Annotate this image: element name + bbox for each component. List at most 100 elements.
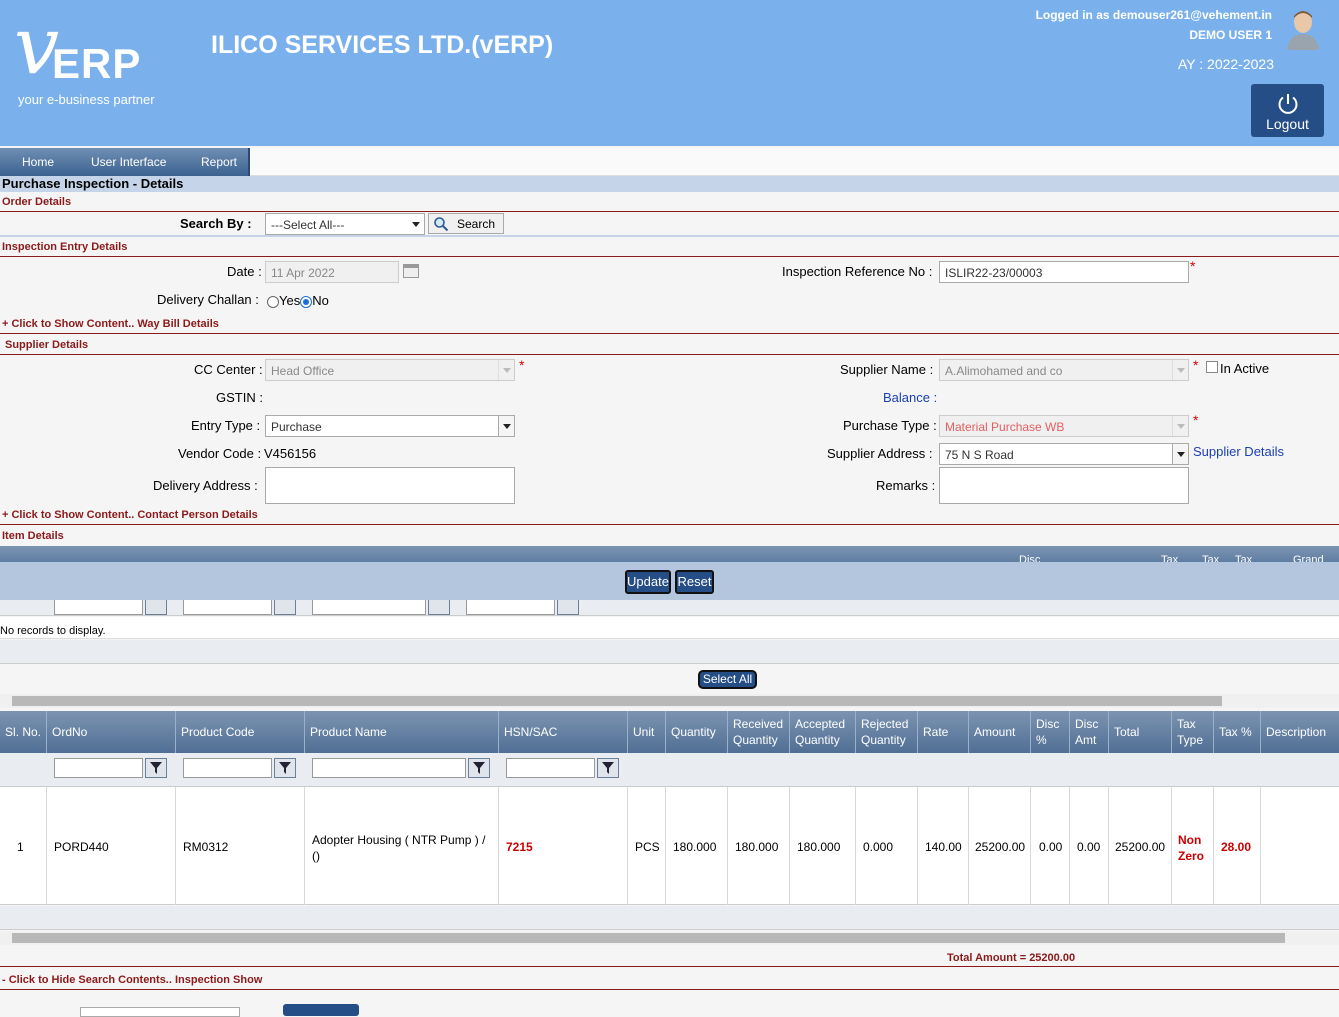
in-active-checkbox[interactable]	[1206, 361, 1218, 373]
calendar-icon[interactable]	[403, 264, 419, 278]
order-details-heading: Order Details	[0, 196, 1339, 212]
filter-product-name-input[interactable]	[312, 758, 466, 778]
item-grid-footer	[0, 640, 1339, 664]
col-disc-amt[interactable]: Disc Amt	[1070, 711, 1109, 753]
filter-product-name-button[interactable]	[468, 758, 490, 778]
date-value: 11 Apr 2022	[271, 266, 335, 280]
col-amount[interactable]: Amount	[969, 711, 1031, 753]
date-field[interactable]: 11 Apr 2022	[265, 261, 399, 283]
power-icon	[1278, 94, 1297, 114]
col-description[interactable]: Description	[1261, 711, 1339, 753]
filter-input[interactable]	[312, 600, 426, 615]
col-unit[interactable]: Unit	[628, 711, 666, 753]
filter-product-code-input[interactable]	[183, 758, 272, 778]
no-radio[interactable]	[300, 295, 313, 308]
col-product-name[interactable]: Product Name	[305, 711, 499, 753]
filter-ordno-input[interactable]	[54, 758, 143, 778]
scrollbar-thumb[interactable]	[12, 696, 1222, 706]
partial-header-tax: Tax	[1202, 554, 1220, 562]
filter-button[interactable]	[274, 600, 296, 615]
filter-input[interactable]	[54, 600, 143, 615]
cell-amount: 25200.00	[975, 840, 1026, 854]
col-rate[interactable]: Rate	[918, 711, 969, 753]
required-marker: *	[519, 357, 525, 373]
filter-button[interactable]	[145, 600, 167, 615]
partial-search-button[interactable]	[283, 1004, 359, 1016]
col-hsn[interactable]: HSN/SAC	[499, 711, 628, 753]
col-tax-pct[interactable]: Tax %	[1214, 711, 1261, 753]
cc-center-select[interactable]: Head Office	[265, 359, 515, 381]
purchase-type-select[interactable]: Material Purchase WB	[939, 415, 1189, 437]
grid-horizontal-scrollbar[interactable]	[0, 931, 1339, 945]
delivery-challan-radios: Yes No	[267, 293, 329, 308]
nav-bar: Home User Interface Report	[0, 148, 1339, 176]
filter-hsn-button[interactable]	[597, 758, 619, 778]
col-product-code[interactable]: Product Code	[176, 711, 305, 753]
horizontal-scrollbar[interactable]	[0, 694, 1339, 708]
nav-home[interactable]: Home	[22, 155, 54, 169]
logout-label: Logout	[1266, 116, 1309, 132]
search-by-select[interactable]: ---Select All---	[265, 213, 425, 235]
col-disc-pct[interactable]: Disc %	[1031, 711, 1070, 753]
filter-ordno-button[interactable]	[145, 758, 167, 778]
vendor-code-label: Vendor Code :	[178, 446, 262, 461]
inspection-entry-heading: Inspection Entry Details	[0, 241, 1339, 257]
select-all-button[interactable]: Select All	[698, 670, 757, 689]
hide-search-toggle[interactable]: - Click to Hide Search Contents.. Inspec…	[0, 974, 1339, 990]
table-row[interactable]: 1 PORD440 RM0312 Adopter Housing ( NTR P…	[0, 787, 1339, 905]
chevron-down-icon	[408, 214, 424, 234]
waybill-toggle[interactable]: + Click to Show Content.. Way Bill Detai…	[0, 318, 1339, 334]
yes-radio[interactable]	[267, 295, 279, 308]
filter-icon	[150, 762, 162, 774]
yes-label: Yes	[279, 293, 301, 308]
entry-type-label: Entry Type :	[191, 418, 261, 433]
col-ord-no[interactable]: OrdNo	[47, 711, 176, 753]
col-rejected[interactable]: Rejected Quantity	[856, 711, 918, 753]
item-details-heading: Item Details	[2, 530, 64, 542]
supplier-name-label: Supplier Name :	[840, 362, 934, 377]
col-total[interactable]: Total	[1109, 711, 1172, 753]
col-received[interactable]: Received Quantity	[728, 711, 790, 753]
nav-menu: Home User Interface Report	[0, 148, 250, 176]
search-by-label: Search By :	[180, 216, 252, 231]
logo-tagline: your e-business partner	[18, 92, 155, 107]
partial-select[interactable]	[80, 1007, 240, 1017]
filter-button[interactable]	[428, 600, 450, 615]
purchase-type-label: Purchase Type :	[843, 418, 937, 433]
balance-link[interactable]: Balance :	[883, 390, 937, 405]
inspection-ref-field[interactable]: ISLIR22-23/00003	[939, 261, 1189, 283]
supplier-address-select[interactable]: 75 N S Road	[939, 443, 1189, 465]
filter-input[interactable]	[183, 600, 272, 615]
supplier-address-label: Supplier Address :	[827, 446, 933, 461]
col-tax-type[interactable]: Tax Type	[1172, 711, 1214, 753]
contact-person-toggle[interactable]: + Click to Show Content.. Contact Person…	[0, 509, 1339, 525]
supplier-name-select[interactable]: A.Alimohamed and co	[939, 359, 1189, 381]
required-marker: *	[1193, 357, 1199, 373]
filter-product-code-button[interactable]	[274, 758, 296, 778]
nav-user-interface[interactable]: User Interface	[91, 155, 166, 169]
chevron-down-icon	[1172, 444, 1188, 464]
col-accepted[interactable]: Accepted Quantity	[790, 711, 856, 753]
col-quantity[interactable]: Quantity	[666, 711, 728, 753]
remarks-input[interactable]	[939, 467, 1189, 504]
scrollbar-thumb[interactable]	[12, 933, 1285, 943]
filter-input[interactable]	[466, 600, 555, 615]
logo-text: ERP	[52, 40, 142, 87]
update-button[interactable]: Update	[625, 570, 671, 594]
filter-hsn-input[interactable]	[506, 758, 595, 778]
nav-report[interactable]: Report	[201, 155, 237, 169]
no-records-text: No records to display.	[0, 625, 106, 637]
search-button[interactable]: Search	[428, 213, 504, 234]
cell-tax-type: Non Zero	[1178, 833, 1205, 863]
delivery-address-input[interactable]	[265, 467, 515, 504]
filter-button[interactable]	[557, 600, 579, 615]
entry-type-select[interactable]: Purchase	[265, 415, 515, 437]
delivery-challan-label: Delivery Challan :	[157, 292, 259, 307]
inspection-ref-label: Inspection Reference No :	[782, 264, 933, 279]
reset-button[interactable]: Reset	[675, 570, 714, 594]
logout-button[interactable]: Logout	[1251, 84, 1324, 137]
no-label: No	[312, 293, 329, 308]
gstin-label: GSTIN :	[216, 390, 263, 405]
col-sl-no[interactable]: Sl. No.	[0, 711, 47, 753]
supplier-details-link[interactable]: Supplier Details	[1193, 444, 1284, 459]
